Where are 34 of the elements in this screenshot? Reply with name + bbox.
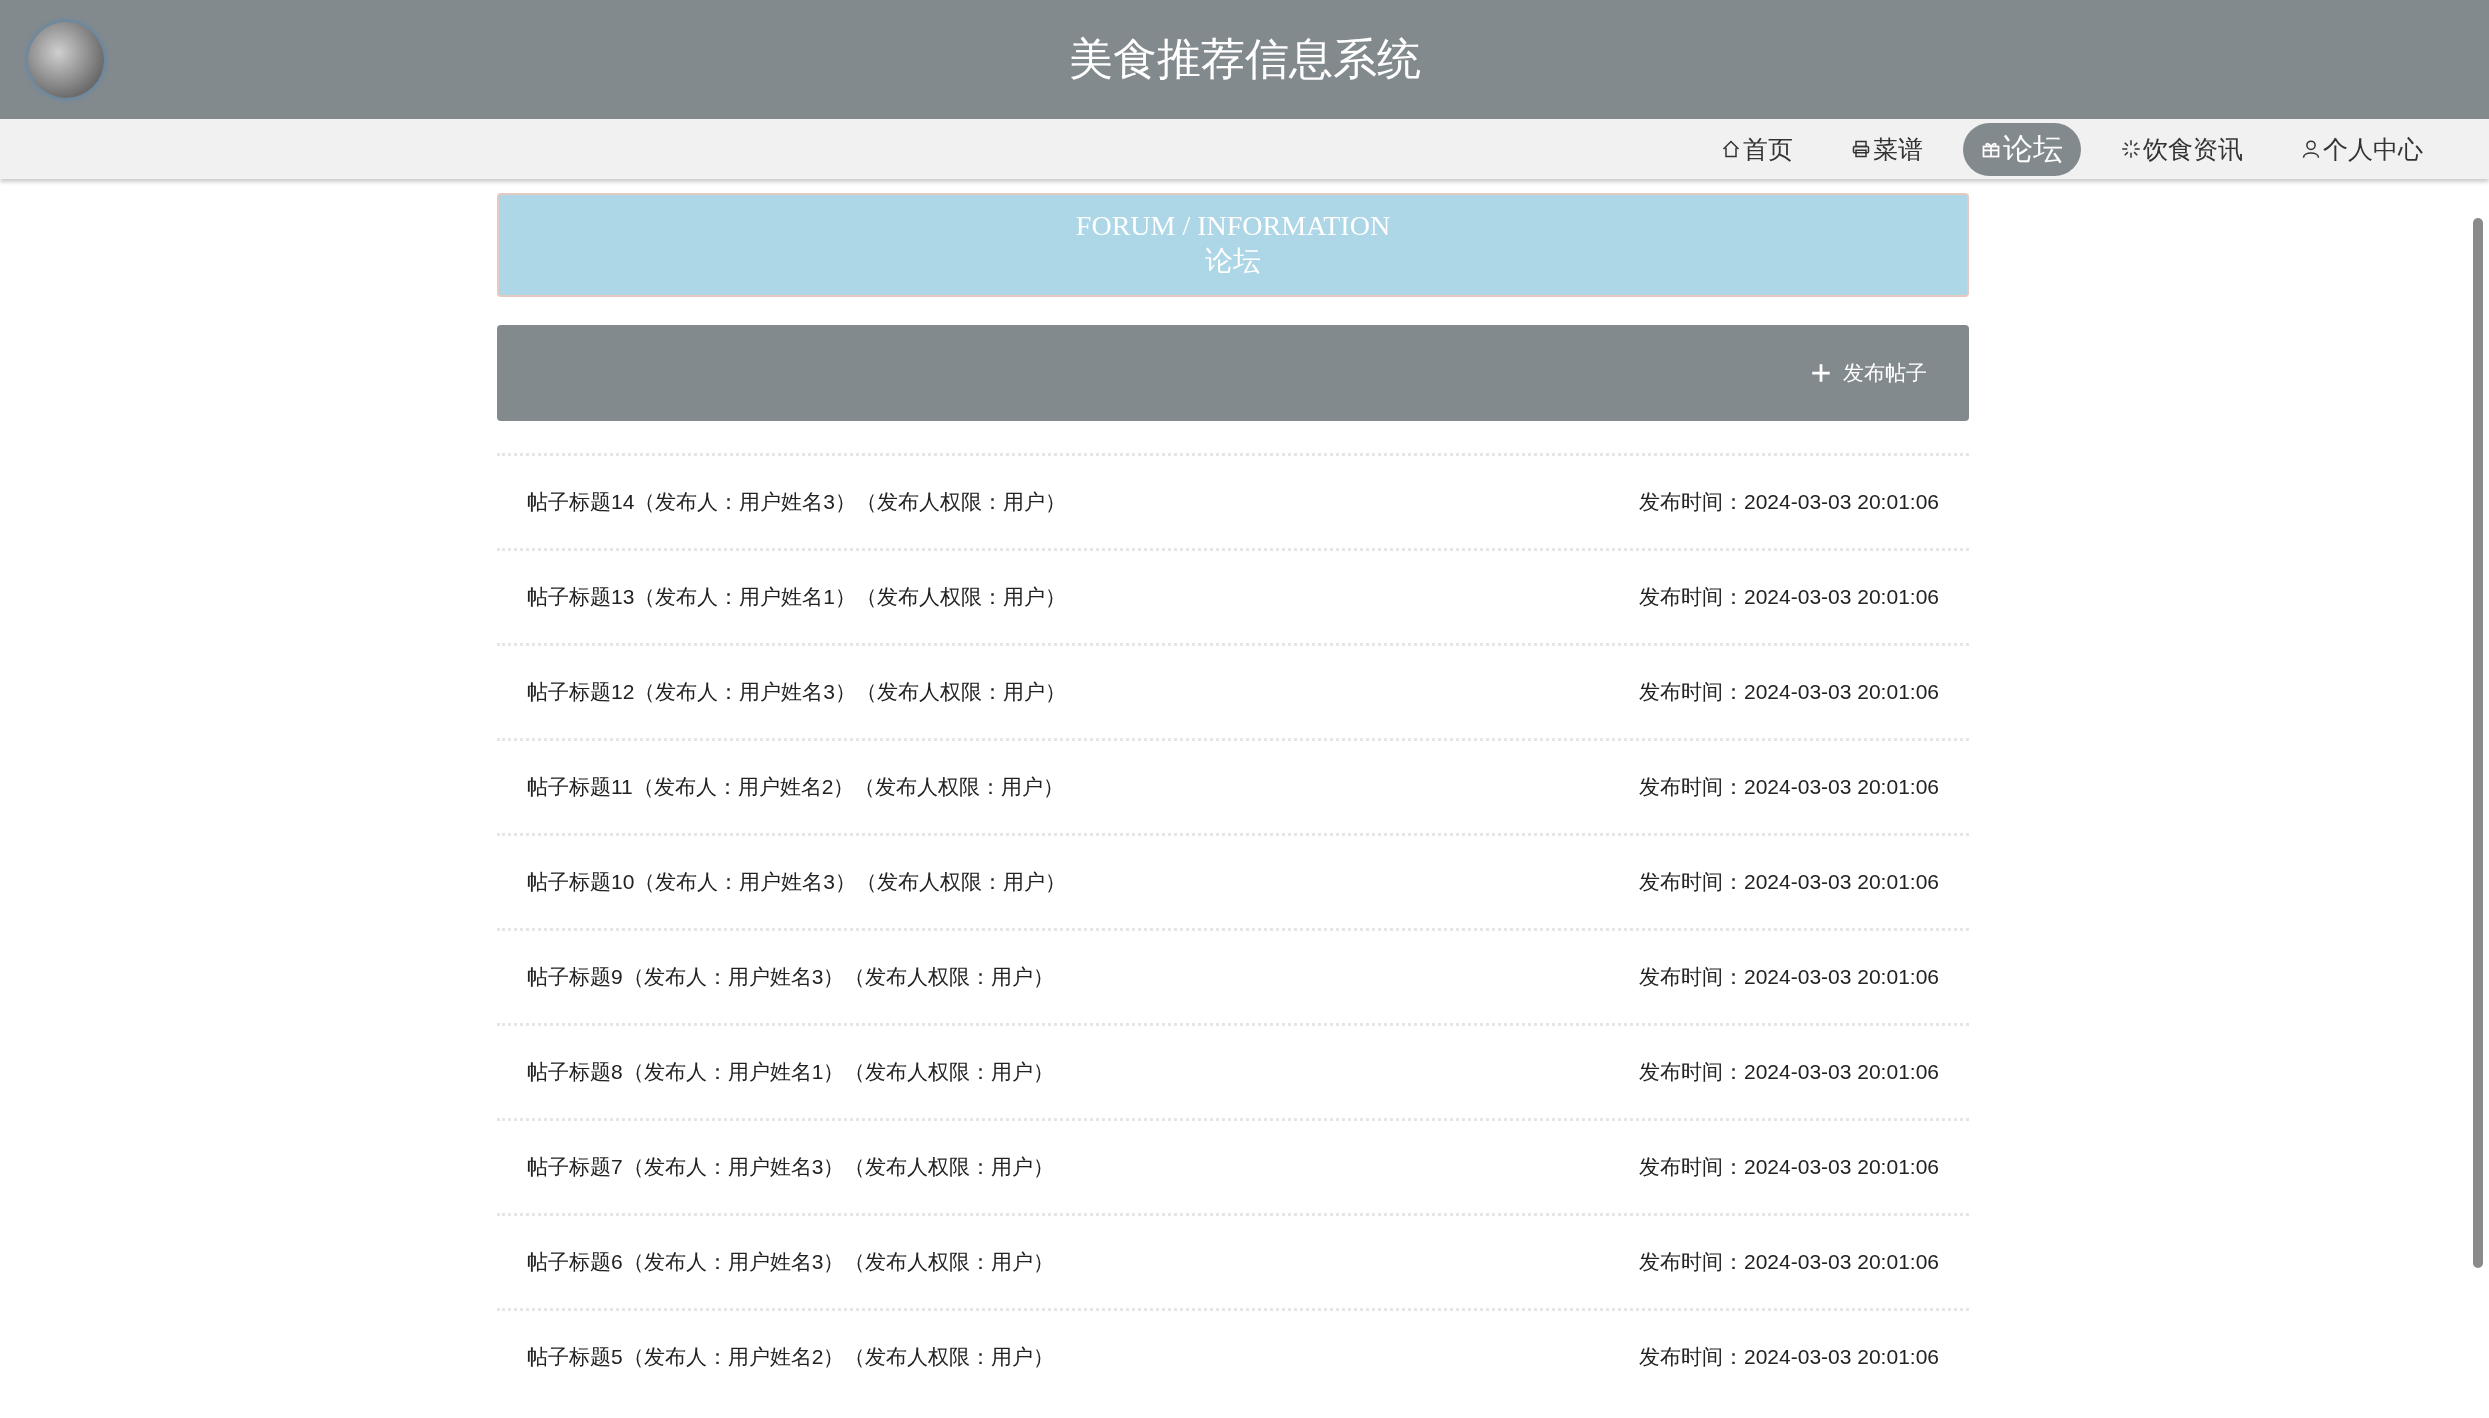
- post-time: 发布时间：2024-03-03 20:01:06: [1639, 1249, 1939, 1275]
- new-post-button[interactable]: 发布帖子: [1805, 358, 1933, 388]
- home-icon: [1721, 139, 1741, 159]
- post-time: 发布时间：2024-03-03 20:01:06: [1639, 774, 1939, 800]
- nav-tab[interactable]: 论坛: [1963, 122, 2081, 176]
- post-time: 发布时间：2024-03-03 20:01:06: [1639, 1059, 1939, 1085]
- post-time: 发布时间：2024-03-03 20:01:06: [1639, 584, 1939, 610]
- post-title[interactable]: 帖子标题8（发布人：用户姓名1）（发布人权限：用户）: [527, 1058, 1055, 1086]
- post-time: 发布时间：2024-03-03 20:01:06: [1639, 1154, 1939, 1180]
- site-title: 美食推荐信息系统: [1068, 33, 1421, 85]
- post-title[interactable]: 帖子标题5（发布人：用户姓名2）（发布人权限：用户）: [527, 1343, 1055, 1371]
- sparkle-icon: [2121, 139, 2141, 159]
- nav-tab[interactable]: 菜谱: [1833, 126, 1941, 172]
- banner-subtitle: 论坛: [1205, 244, 1261, 278]
- post-title[interactable]: 帖子标题10（发布人：用户姓名3）（发布人权限：用户）: [527, 868, 1067, 896]
- post-time: 发布时间：2024-03-03 20:01:06: [1639, 1344, 1939, 1370]
- banner-title: FORUM / INFORMATION: [1075, 210, 1391, 242]
- post-title[interactable]: 帖子标题14（发布人：用户姓名3）（发布人权限：用户）: [527, 488, 1067, 516]
- post-title[interactable]: 帖子标题11（发布人：用户姓名2）（发布人权限：用户）: [527, 773, 1065, 801]
- post-title[interactable]: 帖子标题7（发布人：用户姓名3）（发布人权限：用户）: [527, 1153, 1055, 1181]
- post-time: 发布时间：2024-03-03 20:01:06: [1639, 679, 1939, 705]
- nav-tab[interactable]: 个人中心: [2283, 126, 2441, 172]
- nav-tab[interactable]: 饮食资讯: [2103, 126, 2261, 172]
- post-title[interactable]: 帖子标题9（发布人：用户姓名3）（发布人权限：用户）: [527, 963, 1055, 991]
- post-time: 发布时间：2024-03-03 20:01:06: [1639, 489, 1939, 515]
- nav-tab[interactable]: 首页: [1703, 126, 1811, 172]
- plus-icon: [1811, 363, 1831, 383]
- post-title[interactable]: 帖子标题13（发布人：用户姓名1）（发布人权限：用户）: [527, 583, 1067, 611]
- post-title[interactable]: 帖子标题6（发布人：用户姓名3）（发布人权限：用户）: [527, 1248, 1055, 1276]
- printer-icon: [1851, 139, 1871, 159]
- post-time: 发布时间：2024-03-03 20:01:06: [1639, 869, 1939, 895]
- user-icon: [2301, 139, 2321, 159]
- post-title[interactable]: 帖子标题12（发布人：用户姓名3）（发布人权限：用户）: [527, 678, 1067, 706]
- post-time: 发布时间：2024-03-03 20:01:06: [1639, 964, 1939, 990]
